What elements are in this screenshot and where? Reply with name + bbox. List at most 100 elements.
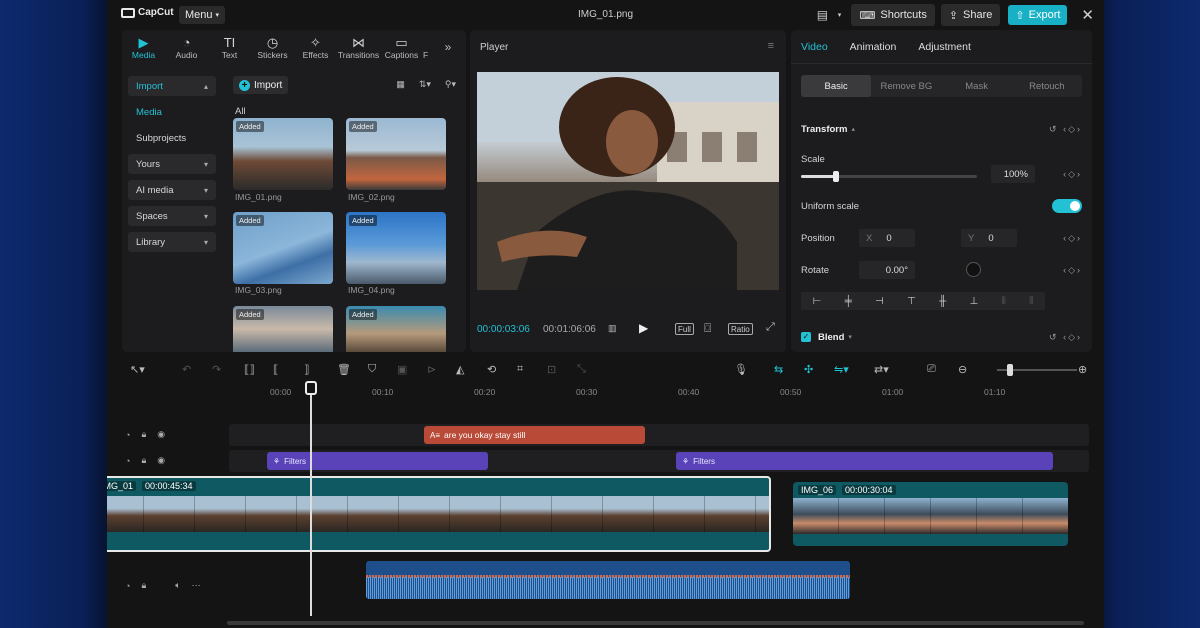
microphone-icon[interactable]: 🎙	[734, 363, 748, 376]
subtab-basic[interactable]: Basic	[801, 75, 872, 97]
tab-filters[interactable]: F	[423, 30, 437, 64]
filter-clip-2[interactable]: ⚘ Filters	[676, 452, 1053, 470]
scale-slider-knob[interactable]	[833, 171, 840, 182]
zoom-in-icon[interactable]: ⊕	[1078, 363, 1087, 376]
select-cursor-icon[interactable]: ↖▾	[130, 363, 145, 376]
position-x-field[interactable]: X 0	[859, 229, 915, 247]
nav-yours[interactable]: Yours ▾	[128, 154, 216, 174]
align-bottom-icon[interactable]: ⊥	[970, 296, 979, 307]
zoom-slider-knob[interactable]	[1007, 364, 1013, 376]
clock-icon[interactable]: ◔	[125, 456, 130, 466]
split-left-icon[interactable]: ⟦	[273, 363, 278, 376]
reset-keyframe-icon[interactable]: ↺ ‹◇›	[1049, 332, 1082, 343]
tab-adjustment[interactable]: Adjustment	[918, 41, 971, 53]
transform-header[interactable]: Transform ▴ ↺ ‹◇›	[801, 120, 1082, 138]
export-button[interactable]: ⇧ Export	[1008, 5, 1068, 25]
tab-animation[interactable]: Animation	[850, 41, 897, 53]
filter-icon[interactable]: ⚲▾	[445, 79, 456, 90]
hamburger-icon[interactable]: ≡	[768, 40, 774, 52]
tab-effects[interactable]: ✧ Effects	[294, 30, 337, 64]
auto-reframe-icon[interactable]: ⊡	[547, 363, 556, 376]
scale-slider[interactable]	[801, 171, 977, 182]
delete-icon[interactable]: 🗑	[337, 363, 351, 376]
tab-transitions[interactable]: ⋈ Transitions	[337, 30, 380, 64]
timeline-scrollbar[interactable]	[227, 621, 1084, 625]
screenshot-icon[interactable]: ⌼	[704, 321, 711, 336]
clock-icon[interactable]: ◔	[125, 581, 130, 591]
eye-icon[interactable]: ◉	[157, 455, 165, 466]
playhead-handle[interactable]	[305, 381, 317, 395]
nav-subprojects[interactable]: Subprojects	[128, 128, 216, 148]
lock-icon[interactable]: 🔒︎	[141, 455, 146, 466]
main-track-magnet-icon[interactable]: ⇆	[774, 363, 783, 376]
tab-audio[interactable]: ◔ Audio	[165, 30, 208, 64]
rotate-field[interactable]: 0.00°	[859, 261, 915, 279]
layout-icon[interactable]: ▤	[811, 5, 833, 25]
playhead[interactable]	[310, 384, 312, 616]
auto-snap-icon[interactable]: ✣	[804, 363, 813, 376]
linkage-icon[interactable]: ⇋▾	[834, 363, 849, 376]
timeline-ruler[interactable]: 00:00 00:10 00:20 00:30 00:40 00:50 01:0…	[122, 382, 1092, 400]
tab-video[interactable]: Video	[801, 41, 828, 53]
nav-ai-media[interactable]: AI media ▾	[128, 180, 216, 200]
media-thumb-3[interactable]: Added	[233, 212, 333, 284]
resize-icon[interactable]: ⤡	[577, 363, 586, 376]
nav-import[interactable]: Import ▴	[128, 76, 216, 96]
fullscreen-icon[interactable]: ⤢	[766, 321, 775, 334]
screen-icon[interactable]: ⎚	[927, 363, 936, 376]
tab-stickers[interactable]: ◷ Stickers	[251, 30, 294, 64]
audio-clip[interactable]	[366, 561, 850, 599]
volume-icon[interactable]: 🔈︎	[175, 580, 180, 591]
more-icon[interactable]: ⋯	[192, 580, 201, 591]
zoom-out-icon[interactable]: ⊖	[958, 363, 967, 376]
align-left-icon[interactable]: ⊢	[813, 296, 822, 307]
media-thumb-6[interactable]: Added	[346, 306, 446, 352]
sort-icon[interactable]: ⇅▾	[419, 79, 431, 90]
share-button[interactable]: ⇪ Share	[940, 4, 1001, 26]
import-button[interactable]: + Import	[233, 76, 289, 94]
split-right-icon[interactable]: ⟧	[304, 363, 309, 376]
grid-view-icon[interactable]: ▦	[396, 79, 405, 90]
align-right-icon[interactable]: ⊣	[875, 296, 884, 307]
freeze-icon[interactable]: ▣	[397, 363, 407, 376]
clock-icon[interactable]: ◔	[125, 430, 130, 440]
blend-header[interactable]: ✓ Blend ▾ ↺ ‹◇›	[801, 328, 1082, 346]
uniform-scale-toggle[interactable]	[1052, 199, 1082, 213]
timeline-grid-icon[interactable]: ▥	[608, 323, 617, 334]
chevron-down-icon[interactable]: ▾	[833, 5, 845, 25]
distribute-v-icon[interactable]: ⫴	[1029, 296, 1033, 307]
media-thumb-1[interactable]: Added	[233, 118, 333, 190]
tab-captions[interactable]: ▭ Captions	[380, 30, 423, 64]
keyframe-icon[interactable]: ‹◇›	[1063, 169, 1082, 180]
marker-icon[interactable]: ⛉	[368, 363, 376, 376]
reset-keyframe-icon[interactable]: ↺ ‹◇›	[1049, 124, 1082, 135]
tab-media[interactable]: ▶ Media	[122, 30, 165, 64]
reverse-icon[interactable]: ⊳	[427, 363, 436, 376]
blend-checkbox[interactable]: ✓	[801, 332, 811, 342]
eye-icon[interactable]: ◉	[157, 429, 165, 440]
undo-icon[interactable]: ↶	[182, 363, 191, 376]
media-thumb-5[interactable]: Added	[233, 306, 333, 352]
shortcuts-button[interactable]: ⌨ Shortcuts	[851, 4, 935, 26]
preview-axis-icon[interactable]: ⇄▾	[874, 363, 889, 376]
position-y-field[interactable]: Y 0	[961, 229, 1017, 247]
video-preview[interactable]	[477, 72, 779, 290]
crop-icon[interactable]: ⌗	[517, 363, 523, 376]
keyframe-icon[interactable]: ‹◇›	[1063, 265, 1082, 276]
subtab-remove-bg[interactable]: Remove BG	[871, 75, 941, 97]
rotate-dial[interactable]	[966, 262, 981, 277]
menu-button[interactable]: Menu ▾	[179, 6, 226, 24]
split-icon[interactable]: ⟦⟧	[244, 363, 255, 376]
align-top-icon[interactable]: ⊤	[907, 296, 916, 307]
subtab-retouch[interactable]: Retouch	[1012, 75, 1082, 97]
keyframe-icon[interactable]: ‹◇›	[1063, 233, 1082, 244]
nav-spaces[interactable]: Spaces ▾	[128, 206, 216, 226]
video-clip-img01[interactable]: IMG_01 00:00:45:34	[107, 476, 771, 552]
align-center-h-icon[interactable]: ╪	[845, 296, 852, 307]
ratio-button[interactable]: Ratio	[728, 323, 753, 335]
subtab-mask[interactable]: Mask	[942, 75, 1012, 97]
media-thumb-2[interactable]: Added	[346, 118, 446, 190]
lock-icon[interactable]: 🔒︎	[141, 580, 146, 591]
more-tabs-icon[interactable]: »	[437, 30, 459, 64]
rotate-icon[interactable]: ⟲	[487, 363, 496, 376]
